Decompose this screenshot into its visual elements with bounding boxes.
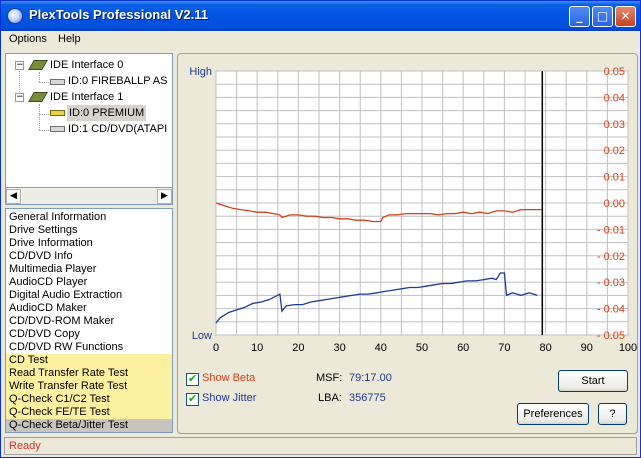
msf-label: MSF: [316, 372, 343, 384]
function-list-item[interactable]: CD Test [6, 354, 172, 367]
tree-item-premium[interactable]: ID:0 PREMIUM [67, 105, 147, 121]
window-title: PlexTools Professional V2.11 [29, 7, 208, 22]
x-tick-label: 20 [292, 342, 304, 354]
tree-item-ide-0[interactable]: IDE Interface 0 [50, 57, 123, 73]
function-list-item[interactable]: CD/DVD-ROM Maker [6, 315, 172, 328]
minimize-button[interactable]: _ [569, 6, 590, 27]
cd-drive-icon [50, 126, 65, 132]
tree-horizontal-scrollbar[interactable]: ◀ ▶ [5, 188, 173, 205]
tree-item-cd-dvd[interactable]: ID:1 CD/DVD(ATAPI [68, 121, 167, 137]
hard-drive-icon [50, 79, 65, 85]
function-list-item[interactable]: CD/DVD RW Functions [6, 341, 172, 354]
status-bar: Ready [4, 437, 637, 455]
function-list-item[interactable]: General Information [6, 211, 172, 224]
function-list-item[interactable]: Q-Check C1/C2 Test [6, 393, 172, 406]
function-list-item[interactable]: Drive Information [6, 237, 172, 250]
show-jitter-checkbox[interactable] [186, 392, 199, 406]
function-list: General Information Drive Settings Drive I… [5, 208, 173, 433]
right-axis-tick-label: 0.01 [604, 172, 625, 184]
start-button[interactable]: Start [558, 370, 628, 392]
ide-interface-icon [28, 92, 48, 102]
x-tick-label: 60 [457, 342, 469, 354]
x-tick-label: 10 [251, 342, 263, 354]
expander-ide-1[interactable]: − [15, 93, 24, 102]
maximize-button[interactable]: □ [592, 6, 613, 27]
expander-ide-0[interactable]: − [15, 61, 24, 70]
x-tick-label: 40 [375, 342, 387, 354]
app-window: PlexTools Professional V2.11 _ □ ✕ Optio… [0, 0, 641, 458]
function-list-item[interactable]: AudioCD Player [6, 276, 172, 289]
function-list-item[interactable]: Read Transfer Rate Test [6, 367, 172, 380]
scroll-right-arrow-icon[interactable]: ▶ [157, 189, 172, 204]
function-list-item[interactable]: Digital Audio Extraction [6, 289, 172, 302]
menu-bar: Options Help [1, 31, 640, 49]
status-text: Ready [9, 440, 41, 452]
x-tick-label: 30 [333, 342, 345, 354]
x-tick-label: 0 [213, 342, 219, 354]
show-jitter-label[interactable]: Show Jitter [202, 392, 256, 404]
function-list-item[interactable]: AudioCD Maker [6, 302, 172, 315]
app-icon [7, 8, 23, 24]
lba-label: LBA: [318, 392, 342, 404]
device-tree: − IDE Interface 0 ID:0 FIREBALLP AS − ID… [5, 53, 173, 188]
function-list-item[interactable]: Write Transfer Rate Test [6, 380, 172, 393]
show-beta-checkbox[interactable] [186, 372, 199, 386]
x-tick-label: 90 [581, 342, 593, 354]
right-axis-tick-label: - 0.04 [597, 304, 625, 316]
menu-help[interactable]: Help [58, 33, 81, 45]
title-bar[interactable]: PlexTools Professional V2.11 _ □ ✕ [1, 1, 640, 31]
right-axis-tick-label: - 0.02 [597, 251, 625, 263]
x-tick-label: 70 [498, 342, 510, 354]
function-list-item[interactable]: CD/DVD Info [6, 250, 172, 263]
help-button[interactable]: ? [598, 403, 627, 425]
right-axis-tick-label: - 0.05 [597, 330, 625, 342]
x-tick-label: 80 [539, 342, 551, 354]
function-list-item[interactable]: Q-Check FE/TE Test [6, 406, 172, 419]
right-axis-tick-label: 0.04 [604, 92, 625, 104]
function-list-item[interactable]: Drive Settings [6, 224, 172, 237]
x-tick-label: 100 [619, 342, 637, 354]
close-button[interactable]: ✕ [615, 6, 636, 27]
tree-item-ide-1[interactable]: IDE Interface 1 [50, 89, 123, 105]
function-list-item[interactable]: CD/DVD Copy [6, 328, 172, 341]
ide-interface-icon [28, 60, 48, 70]
right-axis-tick-label: 0.05 [604, 66, 625, 78]
msf-value: 79:17.00 [349, 372, 392, 384]
scroll-track[interactable] [22, 189, 157, 204]
beta-jitter-chart: 0 10 20 30 40 50 60 70 80 90 100 0.05 0.04 0.03 0.02 0.… [189, 66, 637, 354]
function-list-item[interactable]: Multimedia Player [6, 263, 172, 276]
axis-label-low: Low [192, 330, 212, 342]
cd-drive-icon [50, 110, 65, 116]
show-beta-label[interactable]: Show Beta [202, 372, 255, 384]
lba-value: 356775 [349, 392, 386, 404]
axis-label-high: High [189, 66, 212, 78]
menu-options[interactable]: Options [9, 33, 47, 45]
controls-panel: Show Beta Show Jitter MSF: 79:17.00 LBA:… [177, 358, 638, 434]
x-tick-label: 50 [416, 342, 428, 354]
tree-item-fireball[interactable]: ID:0 FIREBALLP AS [68, 73, 167, 89]
scroll-left-arrow-icon[interactable]: ◀ [6, 189, 21, 204]
function-list-item[interactable]: Q-Check Beta/Jitter Test [6, 419, 172, 432]
right-axis-tick-label: - 0.03 [597, 277, 625, 289]
right-axis-tick-label: - 0.01 [597, 224, 625, 236]
right-axis-tick-label: 0.03 [604, 119, 625, 131]
right-axis-tick-label: 0.00 [604, 198, 625, 210]
preferences-button[interactable]: Preferences [517, 403, 589, 425]
right-axis-tick-label: 0.02 [604, 145, 625, 157]
